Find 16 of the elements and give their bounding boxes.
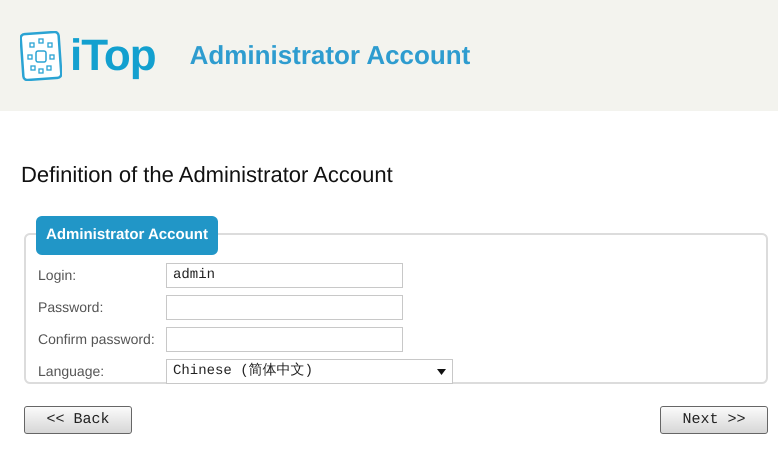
field-label: Language: [38,362,106,381]
input-field[interactable]: admin [166,263,403,288]
back-button[interactable]: << Back [24,406,132,434]
field-label: Password: [38,298,104,317]
fieldset-legend: Administrator Account [36,216,218,255]
logo-text: iTop [70,34,156,78]
logo-icon [20,30,62,80]
field-label: Login: [38,266,78,285]
dropdown-arrow-icon [437,368,446,374]
section-heading: Definition of the Administrator Account [21,161,394,189]
password-field[interactable] [166,295,403,320]
page-header-title: Administrator Account [190,39,470,72]
language-dropdown[interactable]: Chinese (简体中文) [166,359,453,384]
password-field[interactable] [166,327,403,352]
field-label: Confirm password: [38,330,156,349]
next-button[interactable]: Next >> [660,406,768,434]
